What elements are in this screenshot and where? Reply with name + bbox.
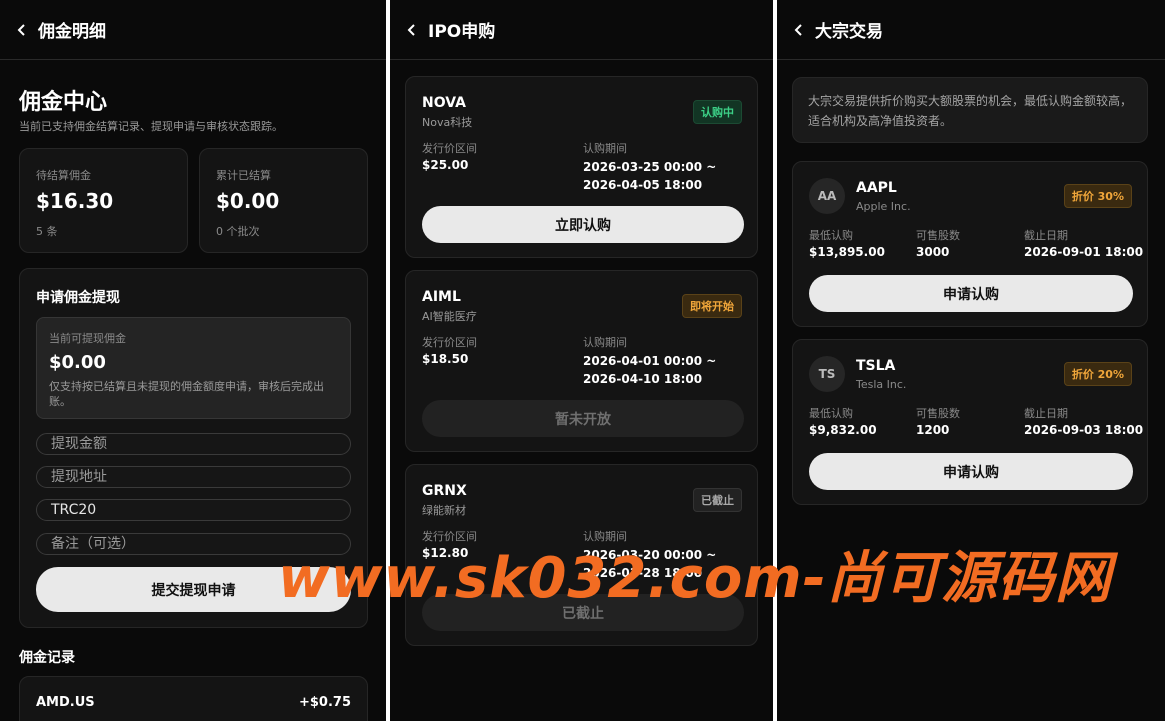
avatar: AA [809, 178, 845, 214]
shares-value: 1200 [916, 423, 950, 437]
ipo-name: AI智能医疗 [422, 310, 477, 323]
ipo-name: 绿能新材 [422, 504, 466, 517]
deadline-label: 截止日期 [1024, 407, 1068, 420]
ipo-card-nova: NOVA Nova科技 认购中 发行价区间 $25.00 认购期间 2026-0… [405, 76, 758, 258]
apply-button[interactable]: 申请认购 [809, 453, 1133, 490]
status-badge: 即将开始 [682, 294, 742, 318]
shares-value: 3000 [916, 245, 950, 259]
period-value: 2026-03-25 00:00 ~ 2026-04-05 18:00 [583, 160, 717, 192]
record-amount: +$0.75 [298, 695, 351, 710]
settled-count: 0 个批次 [216, 225, 260, 238]
block-name: Tesla Inc. [856, 378, 907, 391]
block-symbol: TSLA [856, 358, 896, 374]
header: 佣金明细 [0, 0, 386, 60]
min-value: $13,895.00 [809, 245, 885, 259]
record-symbol: AMD.US [36, 695, 95, 710]
deadline-value: 2026-09-01 18:00 [1024, 245, 1144, 259]
min-value: $9,832.00 [809, 423, 877, 437]
shares-label: 可售股数 [916, 407, 960, 420]
block-card-aapl: AA AAPL Apple Inc. 折价 30% 最低认购 可售股数 截止日期… [792, 161, 1148, 327]
intro-text: 大宗交易提供折价购买大额股票的机会，最低认购金额较高，适合机构及高净值投资者。 [792, 77, 1148, 143]
available-box: 当前可提现佣金 $0.00 仅支持按已结算且未提现的佣金额度申请，审核后完成出账… [36, 317, 351, 419]
page-title: 佣金中心 [19, 90, 108, 115]
settled-amount: $0.00 [216, 189, 280, 213]
available-note: 仅支持按已结算且未提现的佣金额度申请，审核后完成出账。 [49, 380, 324, 408]
ipo-symbol: GRNX [422, 483, 467, 499]
not-open-button: 暂未开放 [422, 400, 744, 437]
withdraw-amount-input[interactable]: 提现金额 [36, 433, 351, 455]
header-title: IPO申购 [428, 22, 496, 42]
pending-label: 待结算佣金 [36, 169, 91, 182]
withdraw-address-input[interactable]: 提现地址 [36, 466, 351, 488]
avatar: TS [809, 356, 845, 392]
price-value: $18.50 [422, 352, 469, 366]
list-item[interactable]: AMD.US +$0.75 [19, 676, 368, 721]
available-label: 当前可提现佣金 [49, 332, 126, 345]
settled-commission-card: 累计已结算 $0.00 0 个批次 [199, 148, 368, 253]
deadline-label: 截止日期 [1024, 229, 1068, 242]
chevron-left-icon [407, 23, 415, 36]
settled-label: 累计已结算 [216, 169, 271, 182]
apply-button[interactable]: 申请认购 [809, 275, 1133, 312]
ipo-symbol: NOVA [422, 95, 466, 111]
period-label: 认购期间 [583, 142, 627, 155]
header: 大宗交易 [777, 0, 1165, 60]
block-name: Apple Inc. [856, 200, 911, 213]
records-title: 佣金记录 [19, 650, 75, 666]
price-label: 发行价区间 [422, 336, 477, 349]
discount-badge: 折价 20% [1063, 362, 1132, 386]
pending-amount: $16.30 [36, 189, 114, 213]
back-button[interactable] [8, 16, 36, 44]
chevron-left-icon [794, 23, 802, 36]
block-symbol: AAPL [856, 180, 897, 196]
available-amount: $0.00 [49, 352, 106, 373]
status-badge: 已截止 [693, 488, 742, 512]
min-label: 最低认购 [809, 229, 853, 242]
pending-count: 5 条 [36, 225, 58, 238]
header-title: 大宗交易 [815, 22, 883, 42]
pending-commission-card: 待结算佣金 $16.30 5 条 [19, 148, 188, 253]
ipo-name: Nova科技 [422, 116, 473, 129]
back-button[interactable] [398, 16, 426, 44]
header: IPO申购 [390, 0, 773, 60]
ipo-card-aiml: AIML AI智能医疗 即将开始 发行价区间 $18.50 认购期间 2026-… [405, 270, 758, 452]
header-title: 佣金明细 [38, 22, 106, 42]
block-card-tsla: TS TSLA Tesla Inc. 折价 20% 最低认购 可售股数 截止日期… [792, 339, 1148, 505]
network-select[interactable]: TRC20 [36, 499, 351, 521]
shares-label: 可售股数 [916, 229, 960, 242]
period-label: 认购期间 [583, 336, 627, 349]
withdraw-title: 申请佣金提现 [36, 290, 120, 306]
chevron-left-icon [17, 23, 25, 36]
status-badge: 认购中 [693, 100, 742, 124]
ipo-symbol: AIML [422, 289, 461, 305]
page-description: 当前已支持佣金结算记录、提现申请与审核状态跟踪。 [19, 120, 283, 133]
back-button[interactable] [785, 16, 813, 44]
subscribe-button[interactable]: 立即认购 [422, 206, 744, 243]
period-value: 2026-04-01 00:00 ~ 2026-04-10 18:00 [583, 354, 717, 386]
min-label: 最低认购 [809, 407, 853, 420]
watermark: www.sk032.com-尚可源码网 [278, 546, 1112, 611]
deadline-value: 2026-09-03 18:00 [1024, 423, 1144, 437]
price-value: $25.00 [422, 158, 469, 172]
price-label: 发行价区间 [422, 142, 477, 155]
discount-badge: 折价 30% [1063, 184, 1132, 208]
